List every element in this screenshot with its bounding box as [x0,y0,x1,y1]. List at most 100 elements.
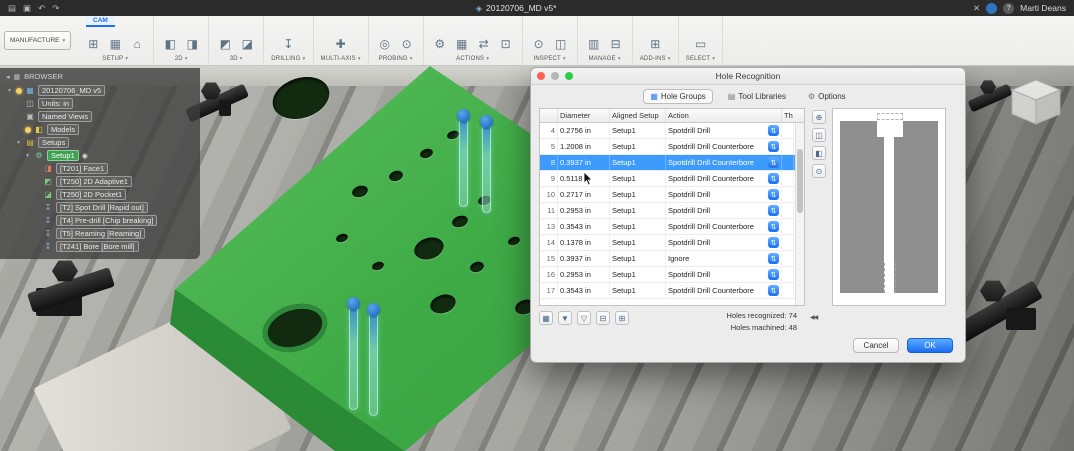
column-header[interactable]: Aligned Setup [610,109,666,122]
dropdown-stepper-icon[interactable]: ⇅ [768,205,779,216]
row-action-dropdown[interactable]: Spotdrill Drill Counterbore ⇅ [666,219,782,234]
browser-item[interactable]: ↧ [T241] Bore [Bore mill] [0,240,200,253]
scrollbar-thumb[interactable] [797,149,803,213]
select-icon[interactable]: ▭ [692,35,710,53]
tool-library-icon[interactable]: ▥ [585,35,603,53]
section-view-icon[interactable]: ◧ [812,146,826,160]
tree-expand-icon[interactable]: ▾ [6,88,13,94]
tab-tool-libraries[interactable]: ▤ Tool Libraries [721,89,793,104]
workspace-selector[interactable]: MANUFACTURE ▾ [4,31,72,50]
zoom-button[interactable] [565,72,573,80]
hole-table-row[interactable]: 11 0.2953 in Setup1 Spotdrill Drill ⇅ [540,203,804,219]
app-grid-icon[interactable]: ▤ [8,4,16,13]
column-header[interactable]: Th [782,109,794,122]
row-action-dropdown[interactable]: Spotdrill Drill ⇅ [666,267,782,282]
tree-expand-icon[interactable]: ▾ [15,140,22,146]
split-groups-icon[interactable]: ⊞ [615,311,629,325]
inspect-surface-icon[interactable]: ⊙ [398,35,416,53]
dropdown-stepper-icon[interactable]: ⇅ [768,141,779,152]
dropdown-stepper-icon[interactable]: ⇅ [768,285,779,296]
row-action-dropdown[interactable]: Spotdrill Drill Counterbore ⇅ [666,155,782,170]
browser-item[interactable]: ◧ Models [0,123,200,136]
generate-toolpath-icon[interactable]: ⊡ [497,35,515,53]
row-action-dropdown[interactable]: Spotdrill Drill Counterbore ⇅ [666,283,782,298]
adaptive-clearing-icon[interactable]: ◩ [216,35,234,53]
new-setup-icon[interactable]: ⊞ [84,35,102,53]
hole-table-row[interactable]: 4 0.2756 in Setup1 Spotdrill Drill ⇅ [540,123,804,139]
browser-item[interactable]: ▾ ▤ Setups [0,136,200,149]
2d-contour-icon[interactable]: ◨ [183,35,201,53]
save-icon[interactable]: ▣ [23,4,31,13]
dialog-titlebar[interactable]: Hole Recognition [531,68,965,85]
undo-icon[interactable]: ↶ [38,4,45,13]
cancel-button[interactable]: Cancel [853,338,899,353]
column-header[interactable]: Diameter [558,109,610,122]
drill-icon[interactable]: ↧ [279,35,297,53]
hole-table-row[interactable]: 17 0.3543 in Setup1 Spotdrill Drill Coun… [540,283,804,299]
dropdown-stepper-icon[interactable]: ⇅ [768,269,779,280]
column-header[interactable] [540,109,558,122]
probe-wcs-icon[interactable]: ◎ [376,35,394,53]
setup-sheet-icon[interactable]: ⇄ [475,35,493,53]
browser-item[interactable]: ◪ [T250] 2D Pocket1 [0,188,200,201]
hole-table-row[interactable]: 10 0.2717 in Setup1 Spotdrill Drill ⇅ [540,187,804,203]
hole-table-row[interactable]: 5 1.2008 in Setup1 Spotdrill Drill Count… [540,139,804,155]
dropdown-stepper-icon[interactable]: ⇅ [768,125,779,136]
machine-icon[interactable]: ⌂ [128,35,146,53]
row-action-dropdown[interactable]: Spotdrill Drill Counterbore ⇅ [666,139,782,154]
row-action-dropdown[interactable]: Ignore ⇅ [666,251,782,266]
preview-hole-icon[interactable]: ◫ [812,128,826,142]
avatar-icon[interactable] [986,2,998,14]
ok-button[interactable]: OK [907,338,953,353]
tab-hole-groups[interactable]: ▦ Hole Groups [643,89,713,104]
parallel-icon[interactable]: ◪ [238,35,256,53]
dropdown-stepper-icon[interactable]: ⇅ [768,253,779,264]
stock-icon[interactable]: ▦ [106,35,124,53]
browser-item[interactable]: ▾ ⚙ Setup1 ◉ [0,149,200,162]
browser-item[interactable]: ↧ [T2] Spot Drill [Rapid out] [0,201,200,214]
hole-table-row[interactable]: 15 0.3937 in Setup1 Ignore ⇅ [540,251,804,267]
hole-table-row[interactable]: 9 0.5118 in Setup1 Spotdrill Drill Count… [540,171,804,187]
row-action-dropdown[interactable]: Spotdrill Drill ⇅ [666,235,782,250]
column-header[interactable]: Action [666,109,782,122]
browser-item[interactable]: ◩ [T250] 2D Adaptive1 [0,175,200,188]
browser-item[interactable]: ▣ Named Views [0,110,200,123]
view-cube[interactable] [1004,72,1068,130]
browser-item[interactable]: ↧ [T5] Reaming [Reaming] [0,227,200,240]
dropdown-stepper-icon[interactable]: ⇅ [768,173,779,184]
browser-item[interactable]: ◨ [T201] Face1 [0,162,200,175]
section-analysis-icon[interactable]: ◫ [552,35,570,53]
task-manager-icon[interactable]: ⊟ [607,35,625,53]
row-action-dropdown[interactable]: Spotdrill Drill Counterbore ⇅ [666,171,782,186]
tab-options[interactable]: ⚙ Options [801,89,853,104]
row-action-dropdown[interactable]: Spotdrill Drill ⇅ [666,123,782,138]
merge-groups-icon[interactable]: ⊟ [596,311,610,325]
close-button[interactable] [537,72,545,80]
scripts-addins-icon[interactable]: ⊞ [646,35,664,53]
zoom-to-hole-icon[interactable]: ⊕ [812,110,826,124]
2d-pocket-icon[interactable]: ◧ [161,35,179,53]
browser-item[interactable]: ▾ ▦ 20120706_MD v5 [0,84,200,97]
browser-item[interactable]: ◫ Units: in [0,97,200,110]
hole-table-row[interactable]: 13 0.3543 in Setup1 Spotdrill Drill Coun… [540,219,804,235]
filter-remove-icon[interactable]: ▽ [577,311,591,325]
dropdown-stepper-icon[interactable]: ⇅ [768,189,779,200]
close-icon[interactable]: ✕ [973,4,980,13]
row-action-dropdown[interactable]: Spotdrill Drill ⇅ [666,187,782,202]
visibility-bulb-icon[interactable] [25,126,31,133]
redo-icon[interactable]: ↷ [52,4,59,13]
post-process-icon[interactable]: ▦ [453,35,471,53]
hole-table-row[interactable]: 8 0.3937 in Setup1 Spotdrill Drill Count… [540,155,804,171]
isolate-icon[interactable]: ⊙ [812,164,826,178]
browser-item[interactable]: ↧ [T4] Pre-drill [Chip breaking] [0,214,200,227]
row-action-dropdown[interactable]: Spotdrill Drill ⇅ [666,203,782,218]
filter-icon[interactable]: ▼ [558,311,572,325]
collapse-arrow-icon[interactable]: ◂ [6,73,10,81]
hole-table-row[interactable]: 14 0.1378 in Setup1 Spotdrill Drill ⇅ [540,235,804,251]
minimize-button[interactable] [551,72,559,80]
dropdown-stepper-icon[interactable]: ⇅ [768,157,779,168]
edit-hole-groups-icon[interactable]: ▦ [539,311,553,325]
simulate-icon[interactable]: ⚙ [431,35,449,53]
user-name[interactable]: Marti Deans [1020,3,1066,13]
tree-expand-icon[interactable]: ▾ [24,153,31,159]
